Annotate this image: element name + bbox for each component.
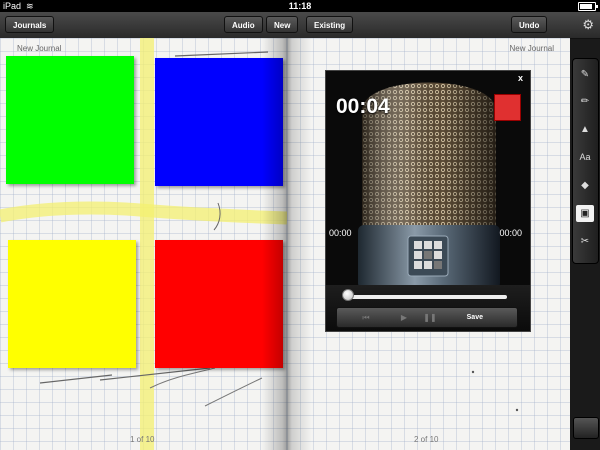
ink-stroke <box>39 374 113 384</box>
text-icon[interactable]: Aa <box>576 149 594 166</box>
existing-button[interactable]: Existing <box>306 16 354 33</box>
audio-recorder: x 00:04 00:00 00:00 ⏮ ▶ ❚❚ Save <box>325 70 531 332</box>
highlighter-icon[interactable]: ▲ <box>576 121 594 138</box>
highlighter-stroke-vertical <box>140 38 154 450</box>
status-bar: iPad ≋ 11:18 <box>0 0 600 12</box>
pen-icon[interactable]: ✎ <box>576 66 594 83</box>
red-swatch[interactable] <box>155 240 283 368</box>
eraser-icon[interactable]: ◆ <box>576 177 594 194</box>
ink-stroke <box>174 51 269 57</box>
toolbar: Journals Audio New Existing Undo ⚙ <box>0 12 600 39</box>
tool-palette: ✎ ✏ ▲ Aa ◆ ▣ ✂ <box>572 58 599 264</box>
pause-icon[interactable]: ❚❚ <box>423 312 437 323</box>
blue-swatch[interactable] <box>155 58 283 186</box>
new-button[interactable]: New <box>266 16 299 33</box>
total-time: 00:00 <box>499 228 522 238</box>
scrub-thumb[interactable] <box>342 289 354 301</box>
marker-icon[interactable]: ✏ <box>576 93 594 110</box>
battery-icon <box>578 2 598 11</box>
media-icon[interactable]: ▣ <box>576 205 594 222</box>
play-icon[interactable]: ▶ <box>397 312 411 323</box>
record-indicator[interactable] <box>494 94 521 121</box>
page-indicator-right: 2 of 10 <box>414 435 439 444</box>
close-icon[interactable]: x <box>518 73 523 83</box>
scissors-icon[interactable]: ✂ <box>576 233 594 250</box>
transport-bar: ⏮ ▶ ❚❚ Save <box>336 307 518 328</box>
palette-toggle-button[interactable] <box>573 417 599 439</box>
rewind-icon[interactable]: ⏮ <box>359 312 373 323</box>
gear-icon[interactable]: ⚙ <box>582 17 594 32</box>
playback-controls: ⏮ ▶ ❚❚ Save <box>326 285 530 331</box>
elapsed-timer: 00:04 <box>336 95 390 118</box>
scrub-track[interactable] <box>344 295 507 299</box>
ink-dot <box>471 370 475 374</box>
journal-page-left[interactable]: New Journal 1 of 10 <box>0 38 287 450</box>
audio-button[interactable]: Audio <box>224 16 263 33</box>
highlighter-stroke-horizontal <box>0 201 287 225</box>
green-swatch[interactable] <box>6 56 134 184</box>
journals-button[interactable]: Journals <box>5 16 55 33</box>
page-indicator-left: 1 of 10 <box>130 435 155 444</box>
ink-dot <box>515 408 519 412</box>
undo-button[interactable]: Undo <box>511 16 548 33</box>
yellow-swatch[interactable] <box>8 240 136 368</box>
save-button[interactable]: Save <box>467 311 483 324</box>
current-time: 00:00 <box>329 228 352 238</box>
ink-stroke <box>99 367 211 381</box>
clock: 11:18 <box>288 1 312 11</box>
ink-stroke <box>204 377 263 407</box>
